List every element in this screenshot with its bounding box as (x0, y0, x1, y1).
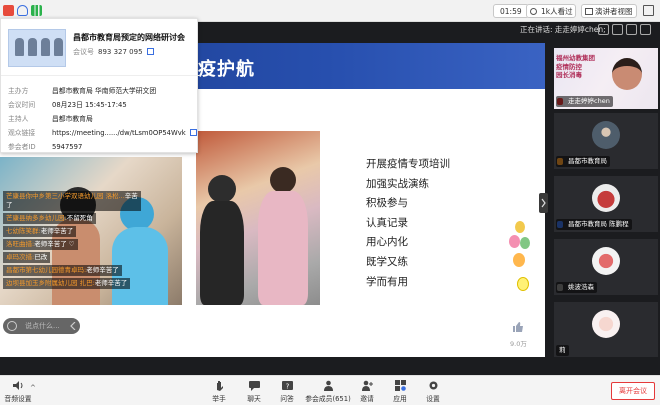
view-mode-label: 演讲者视图 (595, 7, 633, 16)
balloon-decoration (507, 221, 533, 311)
meeting-id-label: 会议号 (73, 48, 94, 56)
speaking-indicator: 正在讲话: 走走婷婷chen; (520, 25, 606, 34)
chat-message: 边坝县加玉乡附属幼儿园 扎巴:老师辛苦了 (3, 278, 141, 291)
video-tile[interactable]: 莉 (554, 302, 658, 358)
person-icon (530, 8, 537, 15)
grid-view-icon (585, 8, 593, 15)
slide-title: 疫护航 (198, 59, 255, 80)
meeting-thumbnail (8, 29, 66, 67)
chat-icon (248, 381, 260, 391)
chat-message: 芒康县纳多乡幼儿园:不留死角 (3, 213, 141, 226)
signal-icon[interactable] (31, 5, 42, 16)
slide-line: 学而有用 (366, 275, 408, 288)
slide-line: 用心内化 (366, 236, 408, 249)
participant-avatar (592, 184, 620, 212)
slide-line: 既学又练 (366, 255, 408, 268)
apps-icon (394, 380, 406, 391)
chat-input[interactable]: 说点什么... (3, 318, 80, 334)
chat-message: 芒康县你中乡第三小学双语幼儿园 洛松...辛苦了 (3, 191, 141, 213)
tile-name: 莉 (556, 345, 569, 356)
leave-meeting-button[interactable]: 离开会议 (611, 382, 655, 400)
settings-icon[interactable] (640, 24, 651, 35)
info-row-host: 主办方 昌都市教育局 华南师范大学研文团 (8, 87, 157, 95)
add-person-icon (361, 380, 373, 391)
tile-slide-text: 福州幼教集团 疫情防控 园长消毒 (556, 54, 595, 79)
copy-link-icon[interactable] (189, 129, 197, 136)
emoji-icon[interactable] (7, 321, 17, 331)
participant-avatar (592, 310, 620, 338)
app-icon (3, 5, 14, 16)
tile-name: 昌都市教育局 (556, 156, 610, 167)
like-count: 9.0万 (510, 340, 527, 348)
chat-message: 洛旺曲措:老师辛苦了 ♡ (3, 239, 141, 252)
slide-line: 加强实战演练 (366, 177, 429, 190)
tile-name: 昌都市教育局 陈鹏程 (556, 219, 632, 230)
meeting-title: 昌都市教育局预定的网络研讨会 (73, 33, 185, 42)
chat-placeholder: 说点什么... (25, 322, 60, 330)
chevron-left-icon[interactable] (70, 322, 76, 330)
chat-message: 昌都市第七幼儿园德青卓玛:老师辛苦了 (3, 265, 141, 278)
question-icon: ? (281, 381, 293, 391)
shield-icon[interactable] (17, 5, 28, 16)
meeting-id: 893 327 095 (98, 48, 143, 56)
fullscreen-icon[interactable] (643, 5, 654, 16)
speaker-face (612, 58, 642, 90)
meeting-info-popup: 昌都市教育局预定的网络研讨会 会议号 893 327 095 主办方 昌都市教育局 … (0, 18, 199, 153)
minimize-view-icon[interactable] (598, 24, 609, 35)
info-row-participant-id: 参会者ID 5947597 (8, 143, 83, 151)
viewers-count[interactable]: 1k人看过 (526, 4, 576, 18)
gear-icon (429, 381, 437, 390)
bottom-toolbar: 音频设置 ^ 举手 聊天 ? 问答 参会成员(651) 邀请 应用 设置 离开会… (0, 375, 660, 405)
meeting-timer: 01:59 (493, 4, 529, 18)
chat-message: 七幼陈笑群:老师辛苦了 (3, 226, 141, 239)
info-row-time: 会议时间 08月23日 15:45-17:45 (8, 101, 127, 109)
svg-text:?: ? (285, 383, 289, 391)
layout-icon[interactable] (612, 24, 623, 35)
video-tile-speaker[interactable]: 福州幼教集团 疫情防控 园长消毒 走走婷婷chen (554, 48, 658, 109)
tile-name: 姚波浩森 (556, 282, 597, 293)
meeting-id-row: 会议号 893 327 095 (73, 47, 154, 57)
chevron-up-icon[interactable]: ^ (30, 384, 36, 392)
slide-line: 认真记录 (366, 216, 408, 229)
thumbs-up-icon[interactable] (512, 321, 524, 333)
slide-photo-2 (196, 131, 320, 305)
video-tile[interactable]: 昌都市教育局 陈鹏程 (554, 176, 658, 232)
viewers-label: 1k人看过 (541, 7, 573, 16)
info-row-moderator: 主持人 昌都市教育局 (8, 115, 93, 123)
collapse-panel-button[interactable] (539, 193, 548, 213)
window-controls (598, 24, 654, 37)
settings-button[interactable]: 设置 (411, 380, 455, 403)
slide-line: 开展疫情专项培训 (366, 158, 450, 170)
copy-icon[interactable] (146, 48, 154, 55)
people-icon (323, 380, 333, 391)
view-mode-button[interactable]: 演讲者视图 (581, 4, 637, 18)
chat-overlay: 芒康县你中乡第三小学双语幼儿园 洛松...辛苦了 芒康县纳多乡幼儿园:不留死角 … (3, 191, 141, 291)
slide-line: 积极参与 (366, 197, 408, 210)
participant-avatar (592, 121, 620, 149)
chevron-right-icon (541, 198, 546, 208)
speaker-icon (12, 381, 22, 390)
expand-icon[interactable] (626, 24, 637, 35)
slide-text-block: 开展疫情专项培训 加强实战演练 积极参与 认真记录 用心内化 既学又练 学而有用 (366, 155, 450, 292)
video-tile[interactable]: 姚波浩森 (554, 239, 658, 295)
tile-name: 走走婷婷chen (556, 96, 613, 107)
hand-icon (216, 381, 223, 391)
participant-avatar (592, 247, 620, 275)
video-tile[interactable]: 昌都市教育局 (554, 113, 658, 169)
chat-message: 卓玛次措:已改 (3, 252, 141, 265)
video-panel: 福州幼教集团 疫情防控 园长消毒 走走婷婷chen 昌都市教育局 昌都市教育局 陈鹏… (553, 43, 660, 358)
info-row-link[interactable]: 观众链接 https://meeting....../dw/tLsm0OP54Wv… (8, 127, 197, 137)
